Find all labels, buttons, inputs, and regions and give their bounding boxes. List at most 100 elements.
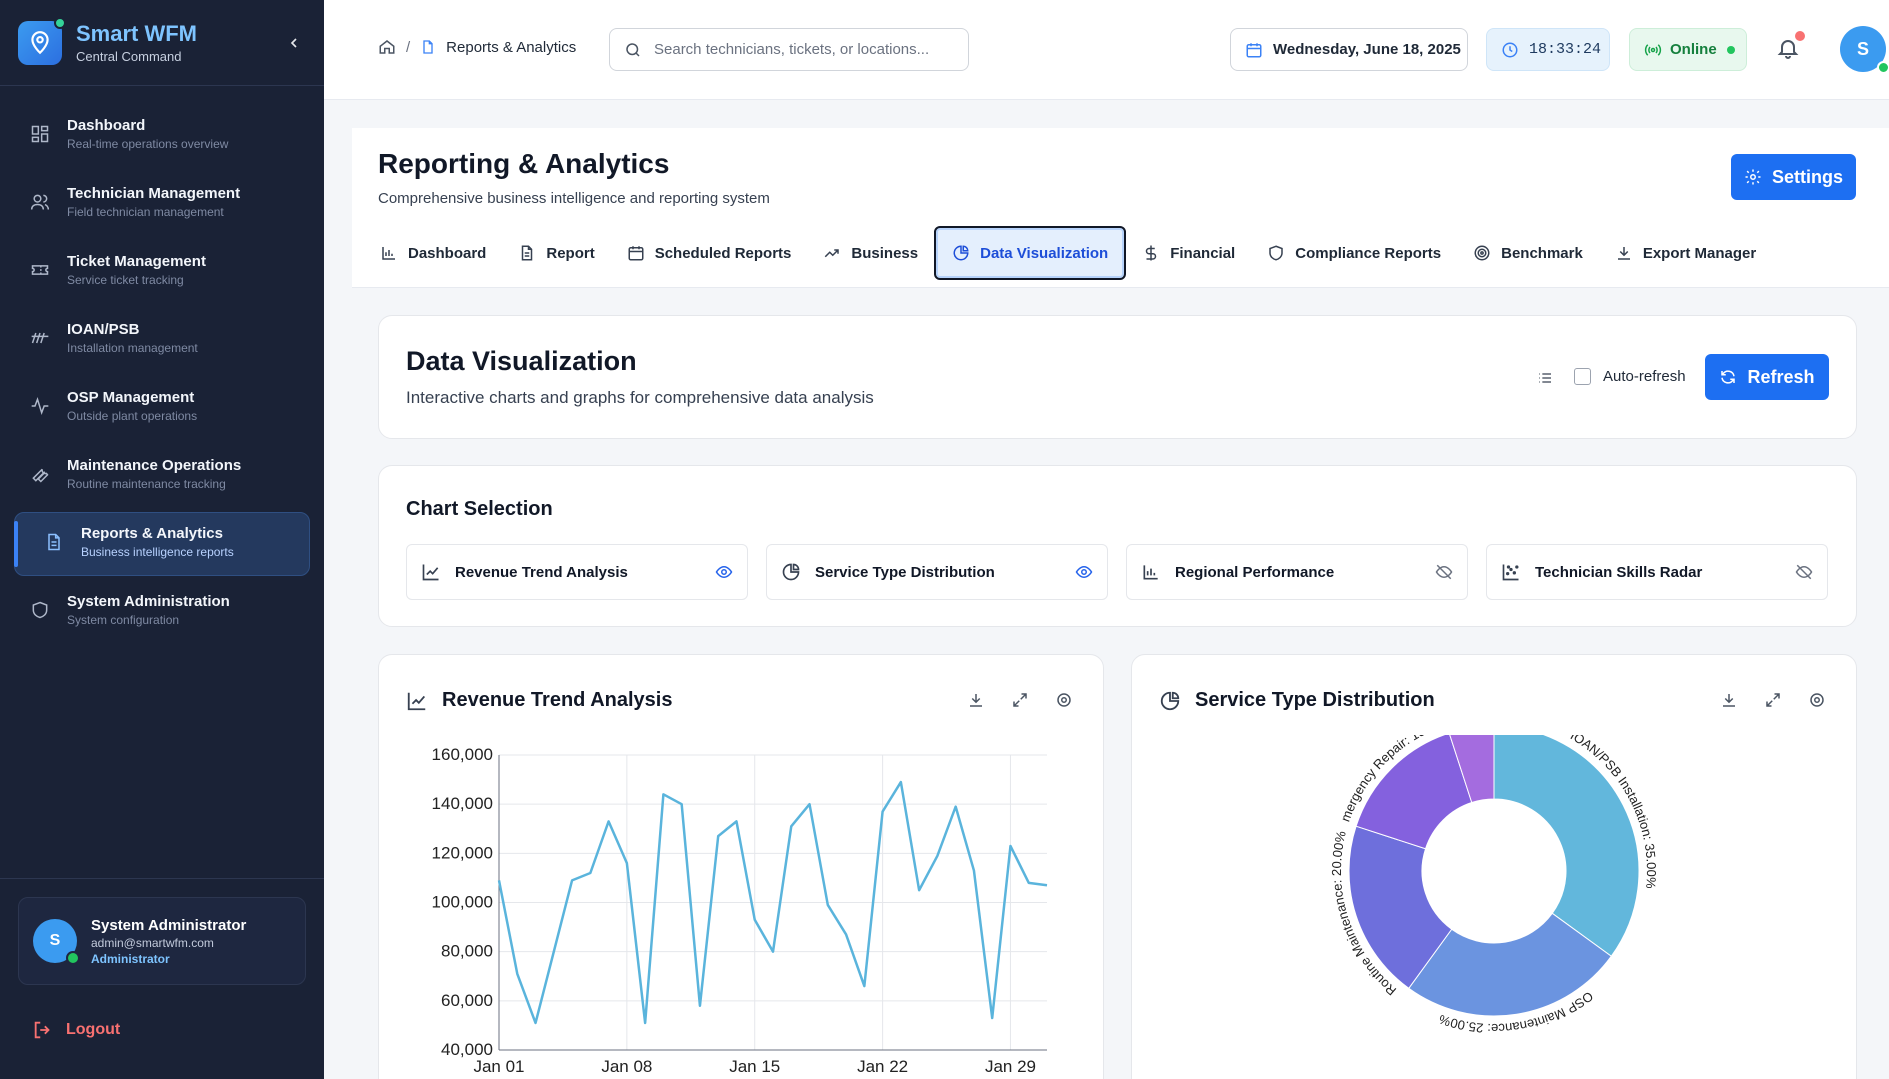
chart-option-service-type[interactable]: Service Type Distribution (766, 544, 1108, 600)
revenue-chart-card: Revenue Trend Analysis 40,000 60,000 80,00… (378, 654, 1104, 1079)
chart-toolbar (1720, 691, 1826, 709)
search-input[interactable] (654, 41, 954, 58)
chart-option-revenue-trend[interactable]: Revenue Trend Analysis (406, 544, 748, 600)
brand-header: Smart WFM Central Command (0, 0, 324, 86)
brand-subtitle: Central Command (76, 49, 182, 64)
sidebar-item-osp-management[interactable]: OSP Management Outside plant operations (14, 376, 310, 440)
y-tick-label: 140,000 (432, 794, 493, 813)
user-card[interactable]: S System Administrator admin@smartwfm.co… (18, 897, 306, 985)
sidebar-item-subtitle: System configuration (67, 613, 180, 627)
section-title: Data Visualization (406, 346, 637, 376)
bar-chart-icon (382, 247, 395, 260)
date-display: Wednesday, June 18, 2025 (1230, 28, 1468, 71)
sidebar-item-ioan-psb[interactable]: IOAN/PSB Installation management (14, 308, 310, 372)
revenue-line-chart: 40,00060,00080,000100,000120,000140,0001… (432, 745, 1048, 1076)
auto-refresh-toggle[interactable]: Auto-refresh (1574, 368, 1686, 385)
y-tick-label: 120,000 (432, 843, 493, 862)
sidebar-item-title: Maintenance Operations (67, 457, 242, 474)
sidebar-item-subtitle: Real-time operations overview (67, 137, 229, 151)
tab-label: Business (851, 244, 919, 262)
tab-business[interactable]: Business (807, 228, 934, 278)
chart-option-technician-skills[interactable]: Technician Skills Radar (1486, 544, 1828, 600)
notifications-button[interactable] (1776, 31, 1805, 62)
cable-icon (27, 325, 53, 351)
tab-label: Data Visualization (980, 244, 1109, 262)
chart-option-regional-performance[interactable]: Regional Performance (1126, 544, 1468, 600)
sidebar-item-reports-analytics[interactable]: Reports & Analytics Business intelligence… (14, 512, 310, 576)
signal-icon (1644, 43, 1662, 56)
chart-option-label: Technician Skills Radar (1535, 563, 1703, 581)
eye-off-icon[interactable] (1435, 563, 1453, 581)
pie-chart-icon (782, 563, 800, 581)
eye-off-icon[interactable] (1795, 563, 1813, 581)
calendar-icon (628, 246, 644, 261)
trending-up-icon (825, 249, 840, 258)
sidebar-item-ticket-management[interactable]: Ticket Management Service ticket tracking (14, 240, 310, 304)
chart-toolbar (967, 691, 1073, 709)
tab-export-manager[interactable]: Export Manager (1599, 228, 1772, 278)
sidebar-item-system-administration[interactable]: System Administration System configuratio… (14, 580, 310, 644)
page-header: Reporting & Analytics Comprehensive busi… (352, 128, 1889, 288)
users-icon (27, 189, 53, 215)
chart-selection-card: Chart Selection Revenue Trend Analysis S… (378, 465, 1857, 627)
chevron-left-icon[interactable] (282, 31, 306, 55)
top-header: / Reports & Analytics Wednesday, June 18… (324, 0, 1889, 100)
sidebar-item-maintenance-operations[interactable]: Maintenance Operations Routine maintenanc… (14, 444, 310, 508)
home-icon[interactable] (378, 38, 396, 56)
search-icon (626, 42, 640, 57)
settings-button[interactable]: Settings (1731, 154, 1856, 200)
sidebar-item-title: IOAN/PSB (67, 321, 140, 338)
status-text: Online (1670, 41, 1717, 58)
tab-label: Scheduled Reports (654, 244, 792, 262)
refresh-button[interactable]: Refresh (1705, 354, 1829, 400)
tab-compliance-reports[interactable]: Compliance Reports (1251, 228, 1457, 278)
download-icon[interactable] (1720, 691, 1738, 709)
x-tick-label: Jan 08 (601, 1057, 652, 1076)
tab-dashboard[interactable]: Dashboard (364, 228, 502, 278)
y-tick-label: 60,000 (441, 991, 493, 1010)
shield-icon (27, 597, 53, 623)
logout-button[interactable]: Logout (32, 1019, 324, 1041)
breadcrumb-separator: / (406, 38, 411, 56)
eye-icon[interactable] (715, 563, 733, 581)
sidebar-item-dashboard[interactable]: Dashboard Real-time operations overview (14, 104, 310, 168)
sidebar-item-title: Ticket Management (67, 253, 206, 270)
tab-scheduled-reports[interactable]: Scheduled Reports (611, 228, 808, 278)
logout-label: Logout (66, 1021, 121, 1038)
tab-label: Financial (1170, 244, 1236, 262)
chart-option-label: Service Type Distribution (815, 563, 995, 581)
tab-financial[interactable]: Financial (1126, 228, 1251, 278)
sidebar-item-technician-management[interactable]: Technician Management Field technician ma… (14, 172, 310, 236)
expand-icon[interactable] (1764, 691, 1782, 709)
section-title: Chart Selection (406, 498, 553, 520)
service-donut-chart: IOAN/PSB Installation: 35.00%OSP Mainten… (1132, 735, 1659, 1036)
tab-data-visualization[interactable]: Data Visualization (934, 226, 1127, 280)
date-text: Wednesday, June 18, 2025 (1273, 41, 1461, 58)
x-tick-label: Jan 01 (473, 1057, 524, 1076)
sidebar-item-title: Dashboard (67, 117, 146, 134)
auto-refresh-checkbox[interactable] (1574, 368, 1591, 385)
activity-icon (27, 393, 53, 419)
online-status-dot (66, 951, 80, 965)
sidebar-item-subtitle: Routine maintenance tracking (67, 477, 226, 491)
tab-report[interactable]: Report (502, 228, 610, 278)
donut-slice (1355, 735, 1473, 850)
avatar-initial: S (1856, 38, 1869, 59)
download-icon[interactable] (967, 691, 985, 709)
page-subtitle: Comprehensive business intelligence and … (378, 190, 770, 207)
brand-status-dot (54, 16, 66, 29)
clock-display: 18:33:24 (1486, 28, 1610, 71)
chart-option-label: Regional Performance (1175, 563, 1335, 581)
gear-icon[interactable] (1055, 691, 1073, 709)
scatter-chart-icon (1502, 564, 1519, 581)
list-icon[interactable] (1537, 370, 1553, 391)
dollar-icon (1146, 245, 1157, 261)
tab-benchmark[interactable]: Benchmark (1457, 228, 1599, 278)
gear-icon[interactable] (1808, 691, 1826, 709)
chart-option-label: Revenue Trend Analysis (455, 563, 628, 581)
tab-label: Report (546, 244, 595, 262)
eye-icon[interactable] (1075, 563, 1093, 581)
expand-icon[interactable] (1011, 691, 1029, 709)
avatar[interactable]: S (1840, 26, 1889, 74)
location-pin-icon (18, 16, 66, 65)
